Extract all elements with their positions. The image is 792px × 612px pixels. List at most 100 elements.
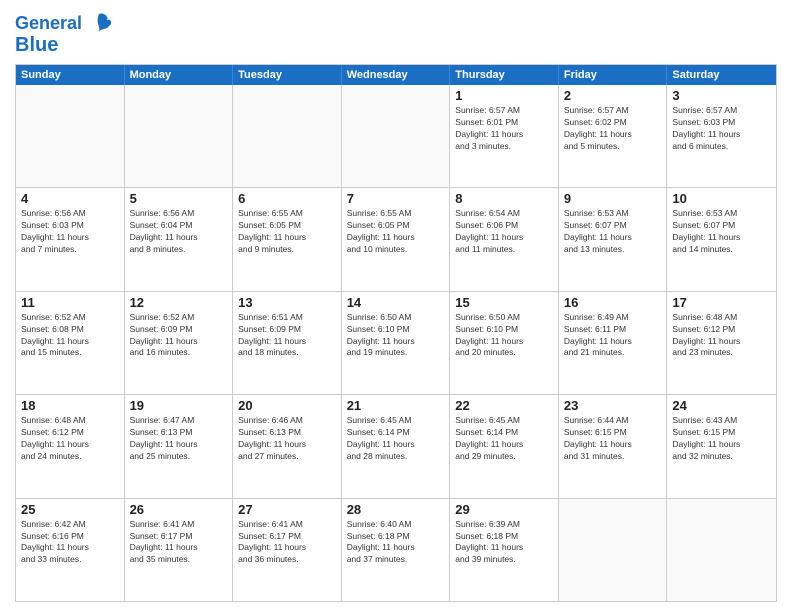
cell-info: Sunrise: 6:43 AM Sunset: 6:15 PM Dayligh… — [672, 415, 771, 463]
page: General Blue SundayMondayTuesdayWednesda… — [0, 0, 792, 612]
logo: General Blue — [15, 10, 113, 56]
cell-info: Sunrise: 6:48 AM Sunset: 6:12 PM Dayligh… — [21, 415, 119, 463]
cell-info: Sunrise: 6:47 AM Sunset: 6:13 PM Dayligh… — [130, 415, 228, 463]
cell-day-number: 13 — [238, 295, 336, 310]
cell-day-number: 1 — [455, 88, 553, 103]
cal-week-1: 1Sunrise: 6:57 AM Sunset: 6:01 PM Daylig… — [16, 85, 776, 188]
cal-header-wednesday: Wednesday — [342, 65, 451, 85]
cell-day-number: 4 — [21, 191, 119, 206]
cal-cell: 13 Sunrise: 6:51 AM Sunset: 6:09 PM Dayli… — [233, 292, 342, 394]
cell-day-number: 6 — [238, 191, 336, 206]
cal-cell — [125, 85, 234, 187]
cal-cell: 28Sunrise: 6:40 AM Sunset: 6:18 PM Dayli… — [342, 499, 451, 601]
cell-info: Sunrise: 6:53 AM Sunset: 6:07 PM Dayligh… — [564, 208, 662, 256]
cal-week-5: 25 Sunrise: 6:42 AM Sunset: 6:16 PM Dayli… — [16, 499, 776, 601]
cal-week-2: 4 Sunrise: 6:56 AM Sunset: 6:03 PM Daylig… — [16, 188, 776, 291]
cell-info: Sunrise: 6:51 AM Sunset: 6:09 PM Dayligh… — [238, 312, 336, 360]
cell-info: Sunrise: 6:52 AM Sunset: 6:08 PM Dayligh… — [21, 312, 119, 360]
cell-day-number: 16 — [564, 295, 662, 310]
cell-day-number: 25 — [21, 502, 119, 517]
cal-cell: 1Sunrise: 6:57 AM Sunset: 6:01 PM Daylig… — [450, 85, 559, 187]
cal-week-4: 18 Sunrise: 6:48 AM Sunset: 6:12 PM Dayli… — [16, 395, 776, 498]
cal-cell: 24 Sunrise: 6:43 AM Sunset: 6:15 PM Dayli… — [667, 395, 776, 497]
cell-day-number: 20 — [238, 398, 336, 413]
cell-day-number: 21 — [347, 398, 445, 413]
cell-day-number: 26 — [130, 502, 228, 517]
cell-info: Sunrise: 6:56 AM Sunset: 6:04 PM Dayligh… — [130, 208, 228, 256]
cal-cell — [233, 85, 342, 187]
cell-info: Sunrise: 6:54 AM Sunset: 6:06 PM Dayligh… — [455, 208, 553, 256]
cell-info: Sunrise: 6:52 AM Sunset: 6:09 PM Dayligh… — [130, 312, 228, 360]
cal-cell: 7Sunrise: 6:55 AM Sunset: 6:05 PM Daylig… — [342, 188, 451, 290]
calendar-body: 1Sunrise: 6:57 AM Sunset: 6:01 PM Daylig… — [16, 85, 776, 601]
calendar: SundayMondayTuesdayWednesdayThursdayFrid… — [15, 64, 777, 602]
cal-cell: 20 Sunrise: 6:46 AM Sunset: 6:13 PM Dayli… — [233, 395, 342, 497]
logo-text-line1: General — [15, 14, 82, 34]
cell-day-number: 23 — [564, 398, 662, 413]
logo-bird-icon — [85, 10, 113, 38]
cell-info: Sunrise: 6:41 AM Sunset: 6:17 PM Dayligh… — [238, 519, 336, 567]
cell-day-number: 18 — [21, 398, 119, 413]
cal-cell: 2 Sunrise: 6:57 AM Sunset: 6:02 PM Daylig… — [559, 85, 668, 187]
cell-day-number: 17 — [672, 295, 771, 310]
cell-info: Sunrise: 6:45 AM Sunset: 6:14 PM Dayligh… — [455, 415, 553, 463]
cell-day-number: 10 — [672, 191, 771, 206]
cal-cell — [16, 85, 125, 187]
cal-cell — [559, 499, 668, 601]
cell-info: Sunrise: 6:44 AM Sunset: 6:15 PM Dayligh… — [564, 415, 662, 463]
cal-cell: 14 Sunrise: 6:50 AM Sunset: 6:10 PM Dayli… — [342, 292, 451, 394]
cell-info: Sunrise: 6:42 AM Sunset: 6:16 PM Dayligh… — [21, 519, 119, 567]
cal-cell: 29 Sunrise: 6:39 AM Sunset: 6:18 PM Dayli… — [450, 499, 559, 601]
cal-cell: 10 Sunrise: 6:53 AM Sunset: 6:07 PM Dayli… — [667, 188, 776, 290]
cell-day-number: 8 — [455, 191, 553, 206]
cal-cell: 17Sunrise: 6:48 AM Sunset: 6:12 PM Dayli… — [667, 292, 776, 394]
cal-cell: 25 Sunrise: 6:42 AM Sunset: 6:16 PM Dayli… — [16, 499, 125, 601]
cal-cell: 16 Sunrise: 6:49 AM Sunset: 6:11 PM Dayli… — [559, 292, 668, 394]
cell-day-number: 27 — [238, 502, 336, 517]
cell-day-number: 19 — [130, 398, 228, 413]
cal-header-thursday: Thursday — [450, 65, 559, 85]
cell-day-number: 7 — [347, 191, 445, 206]
cal-cell: 19 Sunrise: 6:47 AM Sunset: 6:13 PM Dayli… — [125, 395, 234, 497]
cal-cell: 27 Sunrise: 6:41 AM Sunset: 6:17 PM Dayli… — [233, 499, 342, 601]
cell-info: Sunrise: 6:45 AM Sunset: 6:14 PM Dayligh… — [347, 415, 445, 463]
cal-cell — [667, 499, 776, 601]
logo-text-line2: Blue — [15, 34, 58, 56]
cell-info: Sunrise: 6:40 AM Sunset: 6:18 PM Dayligh… — [347, 519, 445, 567]
cal-cell: 22 Sunrise: 6:45 AM Sunset: 6:14 PM Dayli… — [450, 395, 559, 497]
cal-cell: 8 Sunrise: 6:54 AM Sunset: 6:06 PM Daylig… — [450, 188, 559, 290]
cal-header-saturday: Saturday — [667, 65, 776, 85]
cal-cell: 26 Sunrise: 6:41 AM Sunset: 6:17 PM Dayli… — [125, 499, 234, 601]
cell-day-number: 9 — [564, 191, 662, 206]
cal-header-monday: Monday — [125, 65, 234, 85]
cell-day-number: 22 — [455, 398, 553, 413]
cell-day-number: 12 — [130, 295, 228, 310]
cal-cell: 3 Sunrise: 6:57 AM Sunset: 6:03 PM Daylig… — [667, 85, 776, 187]
cell-info: Sunrise: 6:39 AM Sunset: 6:18 PM Dayligh… — [455, 519, 553, 567]
cell-info: Sunrise: 6:57 AM Sunset: 6:03 PM Dayligh… — [672, 105, 771, 153]
cal-cell: 5 Sunrise: 6:56 AM Sunset: 6:04 PM Daylig… — [125, 188, 234, 290]
cal-cell: 9 Sunrise: 6:53 AM Sunset: 6:07 PM Daylig… — [559, 188, 668, 290]
cell-info: Sunrise: 6:53 AM Sunset: 6:07 PM Dayligh… — [672, 208, 771, 256]
cell-day-number: 11 — [21, 295, 119, 310]
cell-info: Sunrise: 6:56 AM Sunset: 6:03 PM Dayligh… — [21, 208, 119, 256]
cell-day-number: 29 — [455, 502, 553, 517]
cell-day-number: 24 — [672, 398, 771, 413]
cal-header-friday: Friday — [559, 65, 668, 85]
cell-info: Sunrise: 6:50 AM Sunset: 6:10 PM Dayligh… — [347, 312, 445, 360]
cell-info: Sunrise: 6:46 AM Sunset: 6:13 PM Dayligh… — [238, 415, 336, 463]
cell-info: Sunrise: 6:49 AM Sunset: 6:11 PM Dayligh… — [564, 312, 662, 360]
cell-info: Sunrise: 6:41 AM Sunset: 6:17 PM Dayligh… — [130, 519, 228, 567]
cell-day-number: 3 — [672, 88, 771, 103]
cal-cell: 4 Sunrise: 6:56 AM Sunset: 6:03 PM Daylig… — [16, 188, 125, 290]
cell-day-number: 14 — [347, 295, 445, 310]
calendar-header: SundayMondayTuesdayWednesdayThursdayFrid… — [16, 65, 776, 85]
cell-info: Sunrise: 6:55 AM Sunset: 6:05 PM Dayligh… — [238, 208, 336, 256]
cal-header-sunday: Sunday — [16, 65, 125, 85]
cell-day-number: 5 — [130, 191, 228, 206]
cell-day-number: 2 — [564, 88, 662, 103]
cal-cell: 6 Sunrise: 6:55 AM Sunset: 6:05 PM Daylig… — [233, 188, 342, 290]
cal-week-3: 11 Sunrise: 6:52 AM Sunset: 6:08 PM Dayli… — [16, 292, 776, 395]
cell-info: Sunrise: 6:57 AM Sunset: 6:02 PM Dayligh… — [564, 105, 662, 153]
cal-cell: 23 Sunrise: 6:44 AM Sunset: 6:15 PM Dayli… — [559, 395, 668, 497]
